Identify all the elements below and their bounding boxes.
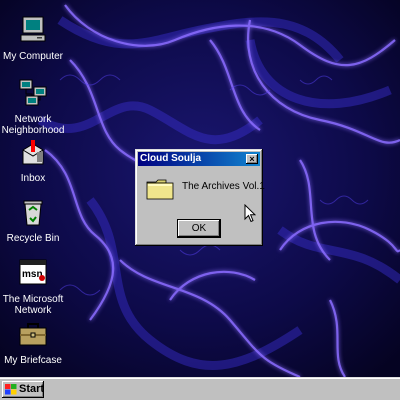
- desktop-icon-inbox[interactable]: Inbox: [0, 136, 66, 184]
- message-dialog: Cloud Soulja × The Archives Vol.1 OK: [135, 149, 265, 246]
- desktop-icon-label: My Computer: [2, 51, 63, 62]
- desktop-icon-label: Inbox: [20, 173, 46, 184]
- dialog-title: Cloud Soulja: [140, 153, 202, 164]
- dialog-title-bar[interactable]: Cloud Soulja ×: [138, 152, 260, 166]
- desktop-icon-the-microsoft-network[interactable]: msn The Microsoft Network: [0, 257, 66, 316]
- desktop-icon-my-briefcase[interactable]: My Briefcase: [0, 318, 66, 366]
- taskbar: Start: [0, 377, 400, 400]
- network-neighborhood-icon: [19, 79, 47, 106]
- desktop-icon-label: The Microsoft Network: [2, 294, 64, 316]
- close-button[interactable]: ×: [246, 154, 258, 164]
- ok-button[interactable]: OK: [178, 220, 220, 237]
- desktop-icon-recycle-bin[interactable]: Recycle Bin: [0, 196, 66, 244]
- desktop-icon-label: Network Neighborhood: [1, 114, 65, 136]
- inbox-icon: [22, 140, 44, 165]
- msn-icon: msn: [19, 259, 47, 285]
- windows-logo-icon: [5, 384, 17, 395]
- desktop-icon-label: Recycle Bin: [6, 233, 60, 244]
- desktop-icon-network-neighborhood[interactable]: Network Neighborhood: [0, 77, 66, 136]
- desktop: My Computer Network Neighborhood Inbox R…: [0, 0, 400, 377]
- start-button[interactable]: Start: [2, 381, 44, 398]
- start-label: Start: [19, 383, 45, 395]
- briefcase-icon: [19, 323, 47, 346]
- desktop-icon-my-computer[interactable]: My Computer: [0, 14, 66, 62]
- my-computer-icon: [20, 16, 46, 42]
- close-icon: ×: [249, 154, 255, 164]
- dialog-message: The Archives Vol.1: [182, 181, 265, 192]
- folder-icon: [146, 179, 174, 200]
- recycle-bin-icon: [23, 200, 43, 226]
- desktop-icon-label: My Briefcase: [4, 355, 62, 366]
- mouse-pointer-icon: [244, 204, 256, 223]
